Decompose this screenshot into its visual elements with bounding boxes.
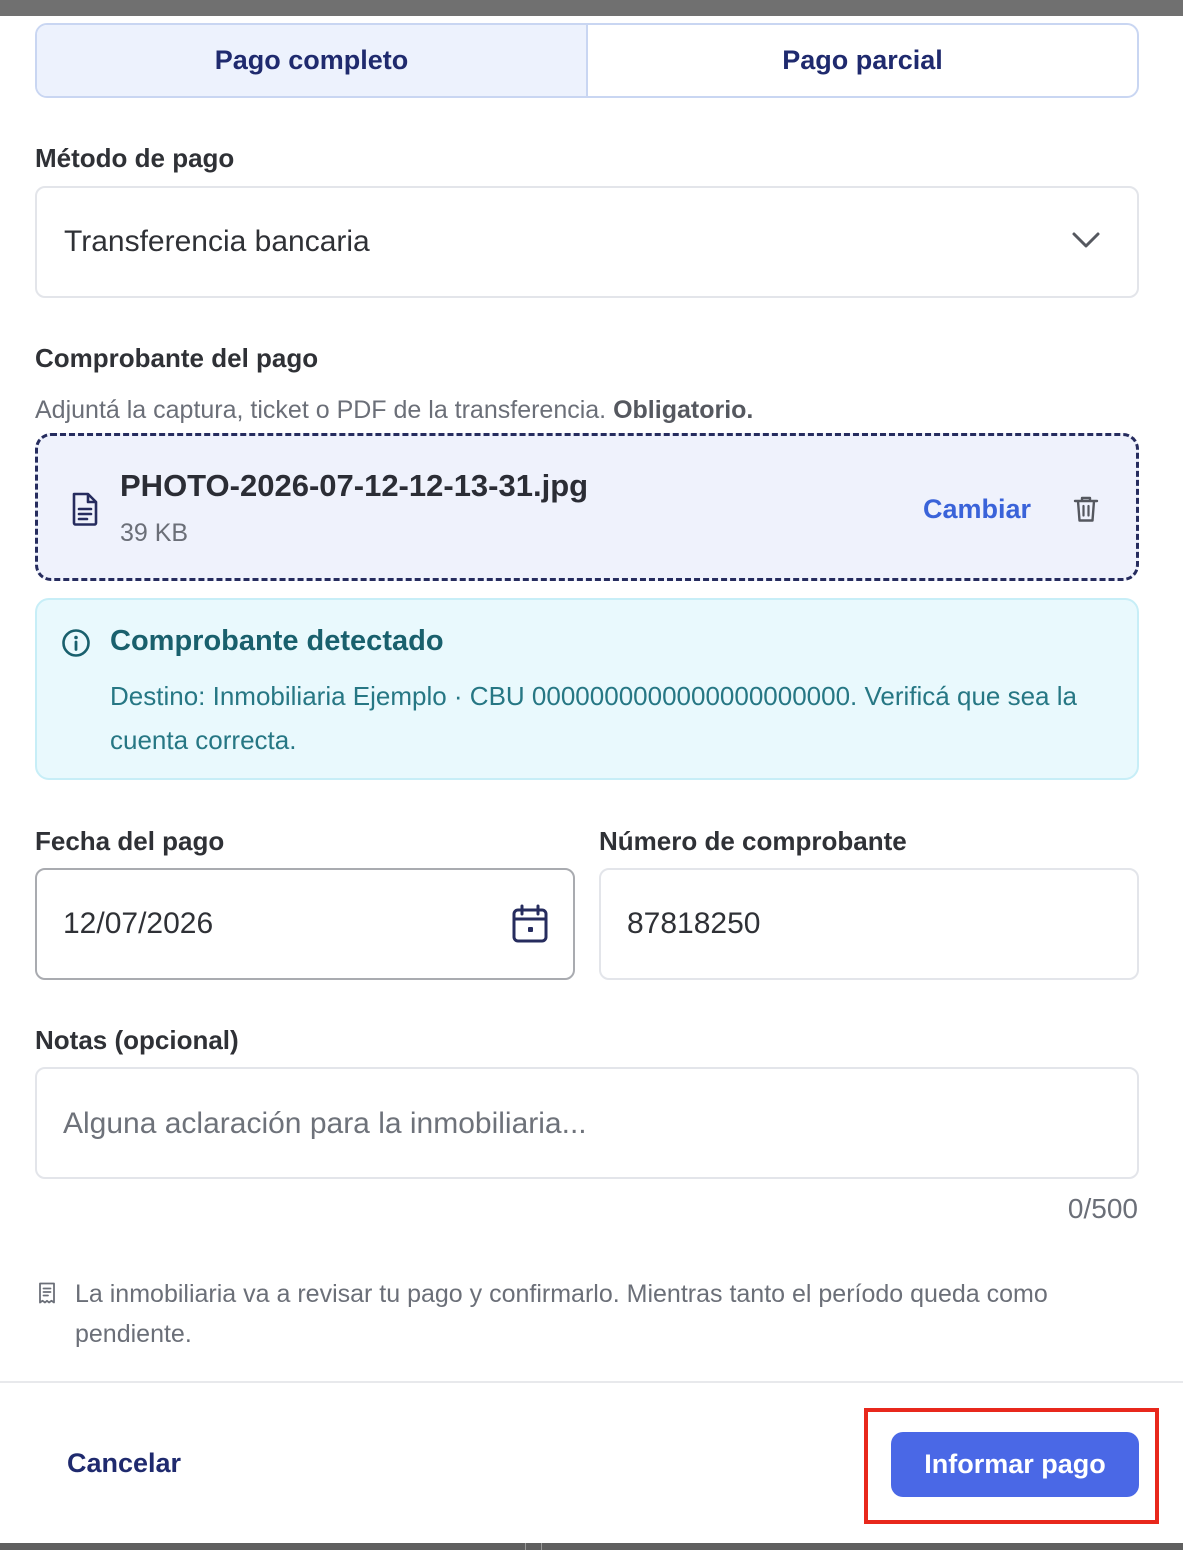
notes-textarea[interactable] <box>35 1067 1139 1179</box>
tab-full-payment[interactable]: Pago completo <box>37 25 588 96</box>
payment-method-value: Transferencia bancaria <box>64 225 370 258</box>
chevron-down-icon <box>1072 232 1100 248</box>
review-info-text: La inmobiliaria va a revisar tu pago y c… <box>75 1280 1048 1348</box>
alert-text: Destino: Inmobiliaria Ejemplo · CBU 0000… <box>110 681 1077 755</box>
receipt-label: Comprobante del pago <box>35 343 319 373</box>
receipt-number-label: Número de comprobante <box>599 826 907 856</box>
cancel-button[interactable]: Cancelar <box>67 1448 181 1479</box>
payment-date-label: Fecha del pago <box>35 826 225 856</box>
trash-icon[interactable] <box>1073 495 1099 523</box>
payment-type-tabs: Pago completo Pago parcial <box>35 23 1139 98</box>
payment-date-input[interactable] <box>35 868 575 980</box>
window-top-bar <box>0 0 1183 16</box>
receipt-hint-text: Adjuntá la captura, ticket o PDF de la t… <box>35 396 607 424</box>
file-size: 39 KB <box>120 519 189 547</box>
notes-char-counter: 0/500 <box>1067 1193 1138 1224</box>
document-icon <box>72 492 98 526</box>
receipt-icon <box>39 1282 55 1304</box>
bottom-bar-separator <box>525 1543 526 1550</box>
tab-partial-payment[interactable]: Pago parcial <box>588 25 1137 96</box>
receipt-hint: Adjuntá la captura, ticket o PDF de la t… <box>35 396 753 425</box>
payment-method-label: Método de pago <box>35 143 235 173</box>
info-icon <box>62 629 90 657</box>
receipt-detected-alert: Comprobante detectado Destino: Inmobilia… <box>35 598 1139 780</box>
receipt-required-text: Obligatorio. <box>613 396 754 424</box>
receipt-dropzone[interactable]: PHOTO-2026-07-12-12-13-31.jpg 39 KB Camb… <box>35 433 1139 581</box>
window-bottom-bar <box>0 1543 1183 1550</box>
submit-payment-button[interactable]: Informar pago <box>891 1432 1139 1497</box>
bottom-bar-separator <box>541 1543 542 1550</box>
receipt-number-input[interactable] <box>599 868 1139 980</box>
payment-method-select[interactable]: Transferencia bancaria <box>35 186 1139 298</box>
calendar-icon[interactable] <box>511 904 549 944</box>
footer-divider <box>0 1381 1183 1383</box>
file-name: PHOTO-2026-07-12-12-13-31.jpg <box>120 468 589 503</box>
change-file-button[interactable]: Cambiar <box>923 494 1031 525</box>
notes-label: Notas (opcional) <box>35 1025 239 1055</box>
alert-title: Comprobante detectado <box>110 625 444 657</box>
